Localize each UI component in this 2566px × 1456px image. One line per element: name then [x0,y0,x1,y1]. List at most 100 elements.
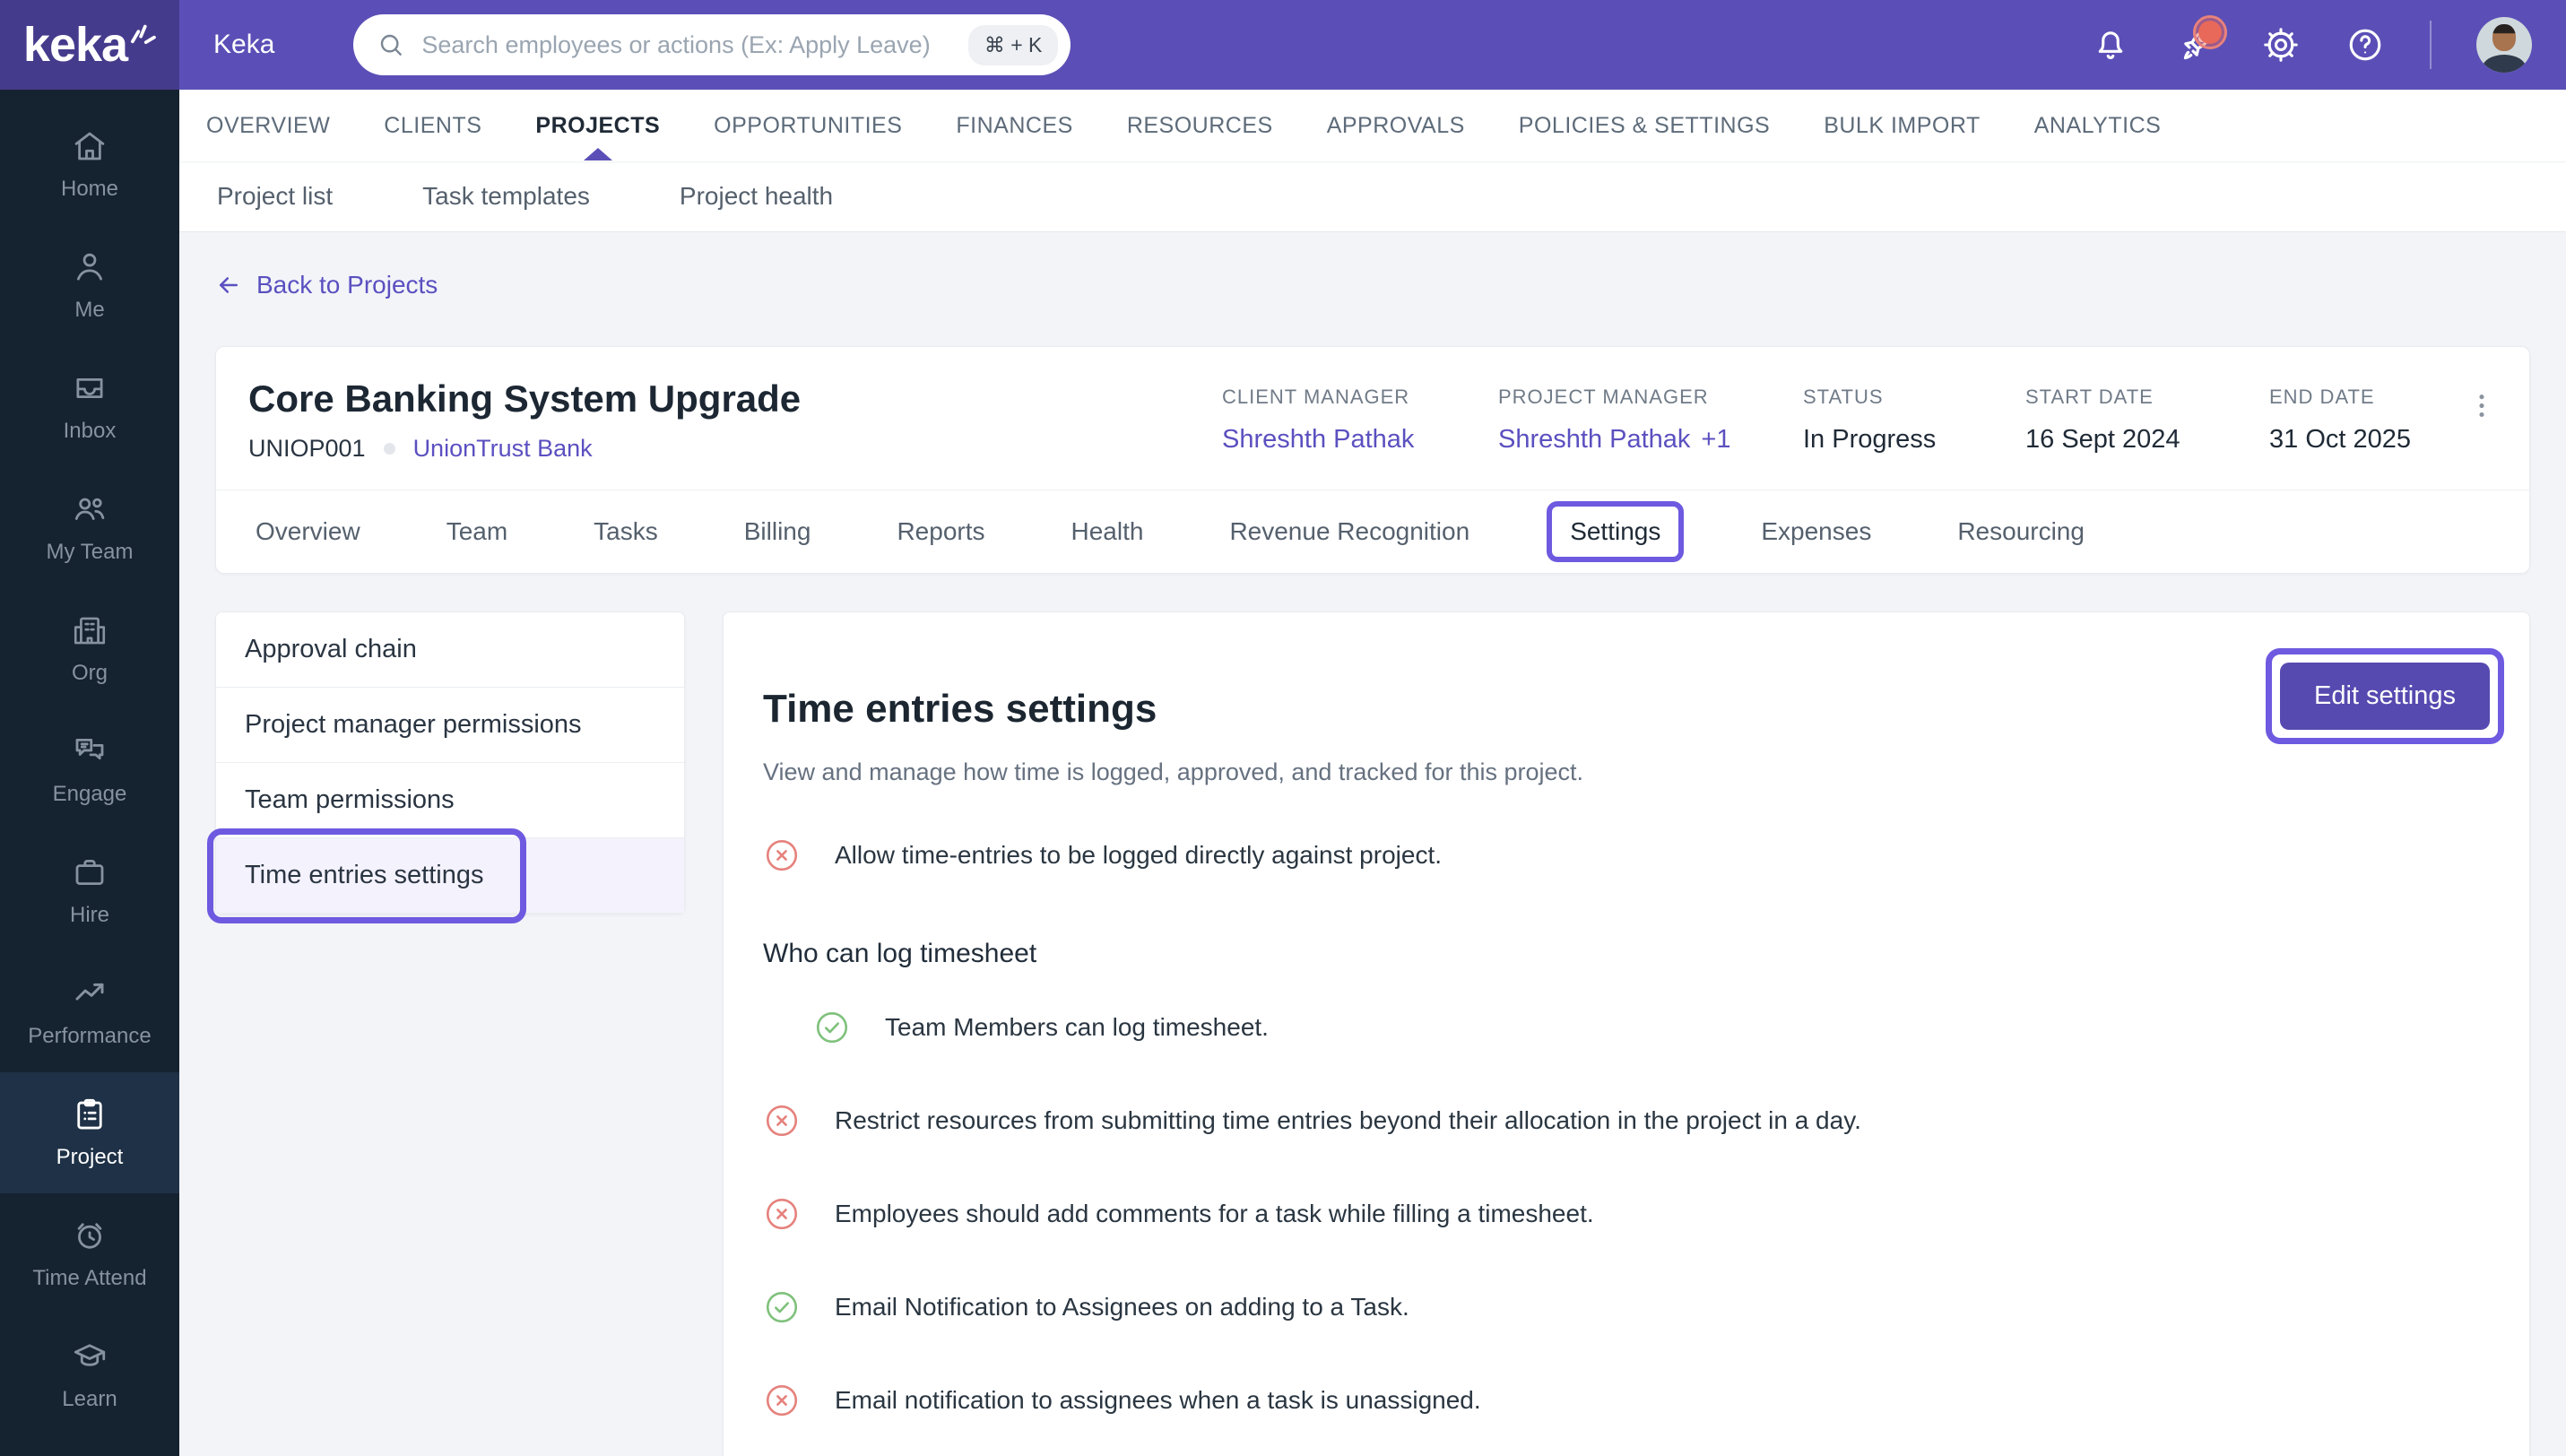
sidebar-item-my-team[interactable]: My Team [0,467,179,588]
sidebar-label: Inbox [63,419,117,443]
user-avatar[interactable] [2476,17,2532,73]
meta-project-manager: PROJECT MANAGER Shreshth Pathak +1 [1498,386,1803,455]
setting-item: Restrict resources from submitting time … [763,1102,2490,1140]
panel-subtitle: View and manage how time is logged, appr… [763,758,1584,785]
sidebar-label: Project [56,1145,124,1169]
logo-spark-icon [131,24,156,45]
project-tabs: Overview Team Tasks Billing Reports Heal… [216,490,2529,573]
sidebar-label: My Team [46,540,134,564]
settings-nav-pm-permissions[interactable]: Project manager permissions [216,688,684,763]
settings-gear-icon[interactable] [2261,25,2301,65]
meta-status: STATUS In Progress [1803,386,2025,455]
separator-dot [383,443,395,455]
tab-revenue-recognition[interactable]: Revenue Recognition [1229,517,1469,546]
nav-tab-clients[interactable]: CLIENTS [384,91,481,160]
project-manager-link[interactable]: Shreshth Pathak +1 [1498,425,1803,455]
sidebar-label: Org [71,661,108,685]
tab-reports[interactable]: Reports [897,517,984,546]
sidebar-label: Performance [28,1024,152,1048]
sidebar-item-time-attend[interactable]: Time Attend [0,1193,179,1314]
project-title: Core Banking System Upgrade [248,377,802,420]
search-input[interactable] [420,30,968,60]
org-icon [74,617,106,645]
settings-tab-highlight: Settings [1547,501,1685,562]
check-circle-icon [816,1011,848,1043]
setting-item: Team Members can log timesheet. [813,1009,2490,1046]
tab-team[interactable]: Team [446,517,507,546]
notification-dot [2193,15,2227,49]
whats-new-rocket-icon[interactable] [2175,15,2227,65]
search-icon [381,34,403,56]
subnav-project-health[interactable]: Project health [680,182,833,211]
back-to-projects-link[interactable]: Back to Projects [215,271,438,299]
client-manager-link[interactable]: Shreshth Pathak [1222,425,1498,455]
arrow-left-icon [220,277,238,293]
sidebar-item-project[interactable]: Project [0,1072,179,1193]
team-icon [74,498,105,520]
settings-nav-approval-chain[interactable]: Approval chain [216,612,684,688]
sidebar-item-me[interactable]: Me [0,225,179,346]
settings-nav-team-permissions[interactable]: Team permissions [216,763,684,838]
shortcut-badge: ⌘ + K [967,24,1059,65]
meta-end-date: END DATE 31 Oct 2025 [2269,386,2458,455]
help-icon[interactable] [2345,25,2385,65]
nav-tab-finances[interactable]: FINANCES [956,91,1072,160]
panel-title: Time entries settings [763,687,1157,732]
tab-health[interactable]: Health [1071,517,1144,546]
sidebar-label: Hire [69,903,109,927]
more-managers-badge[interactable]: +1 [1701,425,1730,454]
alarm-clock-icon [77,1223,102,1249]
status-value: In Progress [1803,425,1937,454]
keka-logo-text: keka [22,18,128,72]
tab-tasks[interactable]: Tasks [594,517,658,546]
nav-tab-approvals[interactable]: APPROVALS [1327,91,1465,160]
cross-circle-icon [766,1105,798,1136]
cross-circle-icon [766,1198,798,1229]
keka-logo[interactable]: keka [0,0,179,90]
sidebar-item-home[interactable]: Home [0,104,179,225]
sidebar-label: Engage [52,782,127,806]
sidebar-item-engage[interactable]: Engage [0,709,179,830]
nav-tab-resources[interactable]: RESOURCES [1127,91,1273,160]
settings-layout: Approval chain Project manager permissio… [207,611,2530,1456]
setting-item: Employees should add comments for a task… [763,1195,2490,1233]
project-code: UNIOP001 [248,435,366,462]
project-header-card: Core Banking System Upgrade UNIOP001 Uni… [215,346,2530,574]
subnav-task-templates[interactable]: Task templates [422,182,590,211]
tab-billing[interactable]: Billing [744,517,811,546]
setting-item: Email Notification to Assignees on addin… [763,1288,2490,1326]
home-icon [74,132,105,160]
tab-expenses[interactable]: Expenses [1761,517,1871,546]
sidebar-item-inbox[interactable]: Inbox [0,346,179,467]
main-area: OVERVIEW CLIENTS PROJECTS OPPORTUNITIES … [179,90,2566,1456]
sidebar-item-org[interactable]: Org [0,588,179,709]
edit-settings-button[interactable]: Edit settings [2280,663,2490,730]
nav-tab-opportunities[interactable]: OPPORTUNITIES [714,91,902,160]
time-entries-panel: Time entries settings View and manage ho… [723,611,2530,1456]
nav-tab-overview[interactable]: OVERVIEW [206,91,330,160]
edit-settings-highlight: Edit settings [2266,648,2504,744]
notifications-bell-icon[interactable] [2091,25,2130,65]
topbar-actions [2091,15,2566,73]
subnav-project-list[interactable]: Project list [217,182,333,211]
sidebar-item-hire[interactable]: Hire [0,830,179,951]
nav-tab-policies-settings[interactable]: POLICIES & SETTINGS [1519,91,1770,160]
nav-tab-projects[interactable]: PROJECTS [535,91,660,160]
global-search[interactable]: ⌘ + K [353,14,1071,75]
kebab-menu-icon[interactable] [2466,389,2497,429]
sidebar-item-performance[interactable]: Performance [0,951,179,1072]
sidebar-label: Time Attend [32,1266,147,1290]
graduation-cap-icon [74,1344,106,1366]
sidebar-item-learn[interactable]: Learn [0,1314,179,1435]
client-name-link[interactable]: UnionTrust Bank [413,435,593,463]
nav-tab-analytics[interactable]: ANALYTICS [2034,91,2162,160]
start-date-value: 16 Sept 2024 [2025,425,2180,454]
settings-side-nav: Approval chain Project manager permissio… [207,611,685,923]
tab-settings[interactable]: Settings [1570,517,1660,546]
setting-item: Email notification to assignees when a t… [763,1382,2490,1419]
settings-nav-time-entries[interactable]: Time entries settings [216,838,684,914]
inbox-icon [76,377,103,399]
tab-overview[interactable]: Overview [256,517,360,546]
tab-resourcing[interactable]: Resourcing [1957,517,2085,546]
nav-tab-bulk-import[interactable]: BULK IMPORT [1824,91,1981,160]
